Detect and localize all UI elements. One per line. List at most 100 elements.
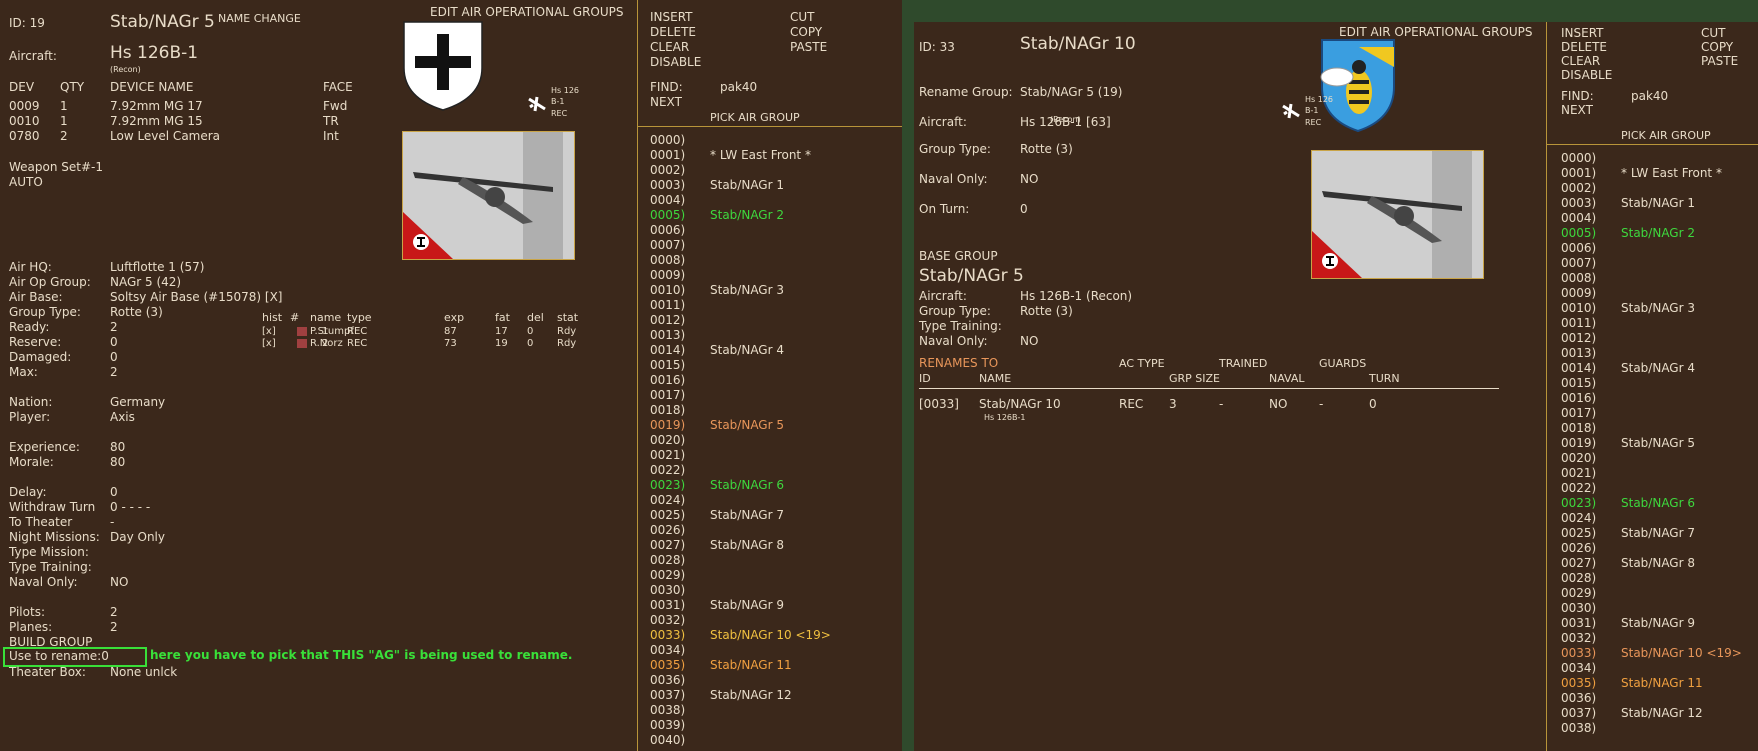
- left-group-panel: ID: 19 Stab/NAGr 5 NAME CHANGE EDIT AIR …: [0, 0, 637, 751]
- list-item-name: Stab/NAGr 6: [710, 478, 784, 492]
- list-item-code: 0022): [650, 463, 686, 477]
- paste-button[interactable]: PASTE: [790, 40, 827, 54]
- plane-tag-model: Hs 126: [551, 86, 579, 95]
- list-divider: [1547, 144, 1758, 145]
- info-value[interactable]: 2: [110, 365, 118, 379]
- info-value[interactable]: 0: [110, 350, 118, 364]
- list-item-code: 0029): [650, 568, 686, 582]
- pilot-col-header: type: [347, 311, 372, 324]
- col-guards: GUARDS: [1319, 357, 1367, 370]
- device-cell[interactable]: 7.92mm MG 17: [110, 99, 203, 113]
- info-value[interactable]: Rotte (3): [110, 305, 163, 319]
- use-to-rename-field[interactable]: Use to rename:0: [9, 649, 109, 663]
- info-value[interactable]: 0: [110, 335, 118, 349]
- list-item-code: 0031): [650, 598, 686, 612]
- copy-button[interactable]: COPY: [790, 25, 822, 39]
- find-input[interactable]: pak40: [1631, 89, 1668, 103]
- list-item-code: 0001): [1561, 166, 1597, 180]
- col-grp-size: GRP SIZE: [1169, 372, 1221, 385]
- find-input[interactable]: pak40: [720, 80, 757, 94]
- list-item-code: 0020): [1561, 451, 1597, 465]
- list-item-code: 0033): [650, 628, 686, 642]
- info-value[interactable]: NAGr 5 (42): [110, 275, 181, 289]
- info-value[interactable]: 2: [110, 320, 118, 334]
- list-item-code: 0018): [1561, 421, 1597, 435]
- delete-button[interactable]: DELETE: [650, 25, 696, 39]
- base-info-value[interactable]: Rotte (3): [1020, 304, 1073, 318]
- list-item-code: 0019): [1561, 436, 1597, 450]
- left-pick-list-panel: INSERT DELETE CLEAR DISABLE CUT COPY PAS…: [637, 0, 902, 751]
- delete-button[interactable]: DELETE: [1561, 40, 1607, 54]
- disable-button[interactable]: DISABLE: [650, 55, 701, 69]
- timing-value[interactable]: Day Only: [110, 530, 165, 544]
- weapon-mode[interactable]: AUTO: [9, 175, 43, 189]
- list-item-code: 0001): [650, 148, 686, 162]
- info-value[interactable]: NO: [1020, 172, 1038, 186]
- info-value[interactable]: Stab/NAGr 5 (19): [1020, 85, 1122, 99]
- next-button[interactable]: NEXT: [1561, 103, 1593, 117]
- aircraft-value[interactable]: Hs 126B-1: [110, 43, 198, 63]
- timing-value[interactable]: -: [110, 515, 114, 529]
- disable-button[interactable]: DISABLE: [1561, 68, 1612, 82]
- info-label: Air Op Group:: [9, 275, 91, 289]
- info-value[interactable]: Soltsy Air Base (#15078) [X]: [110, 290, 282, 304]
- plane-tag-role: REC: [1305, 118, 1322, 127]
- plane-tag-model: Hs 126: [1305, 95, 1333, 104]
- timing-value[interactable]: 0 - - - -: [110, 500, 150, 514]
- panel-title: EDIT AIR OPERATIONAL GROUPS: [430, 5, 624, 19]
- list-item-code: 0030): [1561, 601, 1597, 615]
- experience-label: Morale:: [9, 455, 54, 469]
- list-item-code: 0029): [1561, 586, 1597, 600]
- theater-box-value[interactable]: None unlck: [110, 665, 177, 679]
- device-cell[interactable]: 7.92mm MG 15: [110, 114, 203, 128]
- cut-button[interactable]: CUT: [1701, 26, 1726, 40]
- list-item-code: 0013): [650, 328, 686, 342]
- clear-button[interactable]: CLEAR: [650, 40, 689, 54]
- timing-label: To Theater: [9, 515, 73, 529]
- group-name[interactable]: Stab/NAGr 10: [1020, 34, 1136, 54]
- pilot-count-value[interactable]: 2: [110, 620, 118, 634]
- nation-value[interactable]: Germany: [110, 395, 165, 409]
- pilot-col-header: hist: [262, 311, 283, 324]
- list-item-code: 0008): [650, 253, 686, 267]
- list-item-name: Stab/NAGr 10 <19>: [710, 628, 831, 642]
- copy-button[interactable]: COPY: [1701, 40, 1733, 54]
- nation-value[interactable]: Axis: [110, 410, 135, 424]
- device-cell[interactable]: Low Level Camera: [110, 129, 220, 143]
- list-item-code: 0038): [1561, 721, 1597, 735]
- timing-value[interactable]: NO: [110, 575, 128, 589]
- list-item-name: Stab/NAGr 8: [710, 538, 784, 552]
- base-group-name[interactable]: Stab/NAGr 5: [919, 266, 1024, 286]
- cut-button[interactable]: CUT: [790, 10, 815, 24]
- pilot-checkbox[interactable]: [x]: [262, 338, 276, 349]
- pilot-cell[interactable]: R.Norz: [310, 338, 343, 349]
- pilot-col-header: #: [290, 311, 300, 324]
- experience-value[interactable]: 80: [110, 440, 125, 454]
- name-change-button[interactable]: NAME CHANGE: [218, 12, 301, 25]
- list-item-code: 0034): [650, 643, 686, 657]
- experience-value[interactable]: 80: [110, 455, 125, 469]
- weapon-set[interactable]: Weapon Set#-1: [9, 160, 103, 174]
- list-item-code: 0028): [650, 553, 686, 567]
- info-value[interactable]: 0: [1020, 202, 1028, 216]
- insert-button[interactable]: INSERT: [650, 10, 693, 24]
- base-info-value[interactable]: NO: [1020, 334, 1038, 348]
- timing-value[interactable]: 0: [110, 485, 118, 499]
- find-label: FIND:: [650, 80, 683, 94]
- base-info-value[interactable]: Hs 126B-1 (Recon): [1020, 289, 1132, 303]
- group-name[interactable]: Stab/NAGr 5: [110, 12, 215, 32]
- clear-button[interactable]: CLEAR: [1561, 54, 1600, 68]
- list-item-name: Stab/NAGr 3: [710, 283, 784, 297]
- info-value[interactable]: Rotte (3): [1020, 142, 1073, 156]
- list-item-code: 0012): [1561, 331, 1597, 345]
- list-item-name: Stab/NAGr 1: [710, 178, 784, 192]
- list-item-code: 0032): [650, 613, 686, 627]
- pilot-checkbox[interactable]: [x]: [262, 326, 276, 337]
- list-item-name: Stab/NAGr 12: [710, 688, 792, 702]
- paste-button[interactable]: PASTE: [1701, 54, 1738, 68]
- list-item-code: 0034): [1561, 661, 1597, 675]
- insert-button[interactable]: INSERT: [1561, 26, 1604, 40]
- info-value[interactable]: Luftflotte 1 (57): [110, 260, 204, 274]
- next-button[interactable]: NEXT: [650, 95, 682, 109]
- pilot-count-value[interactable]: 2: [110, 605, 118, 619]
